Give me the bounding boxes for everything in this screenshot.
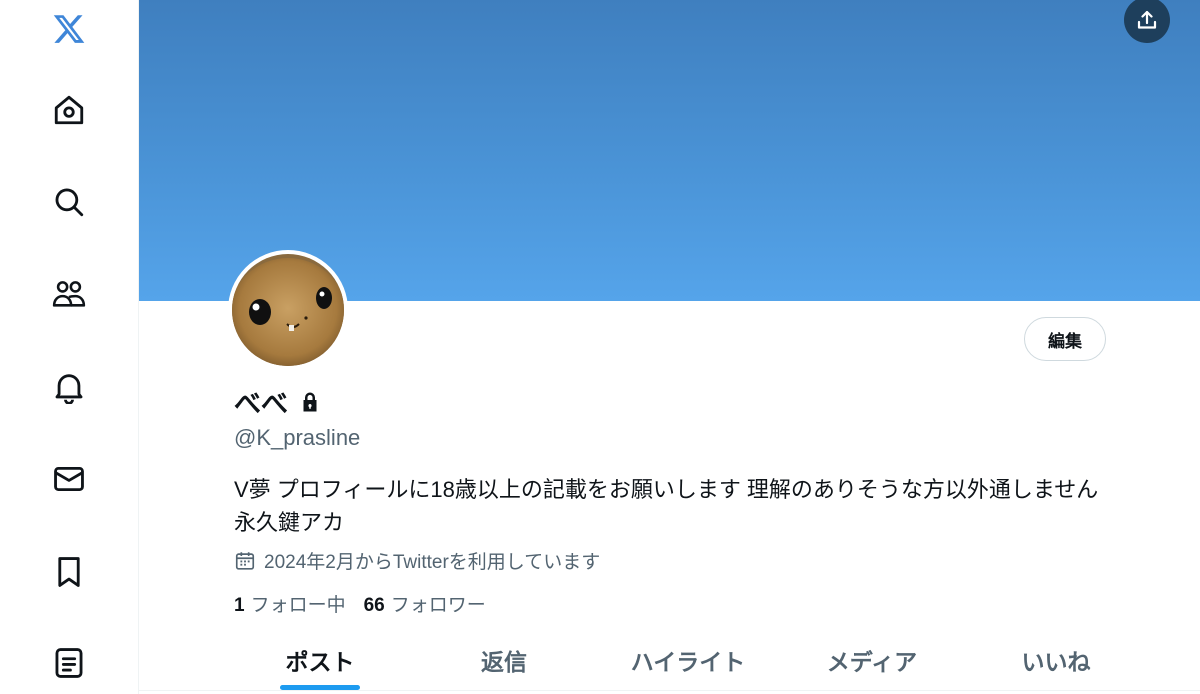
sidebar bbox=[0, 0, 139, 694]
x-logo-icon bbox=[53, 15, 85, 43]
following-link[interactable]: 1 フォロー中 bbox=[234, 590, 346, 617]
bookmark-icon bbox=[58, 557, 80, 587]
home-icon bbox=[54, 95, 84, 125]
tab-label: いいね bbox=[1021, 649, 1091, 675]
bell-icon bbox=[55, 374, 83, 404]
list-icon bbox=[55, 648, 83, 678]
lock-icon bbox=[298, 390, 322, 414]
profile-bio: V夢 プロフィールに18歳以上の記載をお願いします 理解のありそうな方以外通しま… bbox=[234, 477, 1099, 535]
edit-profile-button[interactable]: 編集 bbox=[1024, 317, 1106, 361]
follow-counts: 1 フォロー中 66 フォロワー bbox=[234, 590, 486, 617]
sidebar-item-explore[interactable] bbox=[44, 177, 94, 227]
share-button[interactable] bbox=[1124, 0, 1170, 43]
tab-posts[interactable]: ポスト bbox=[228, 630, 412, 694]
people-icon bbox=[52, 281, 86, 307]
avatar-image bbox=[232, 254, 344, 366]
sidebar-item-notifications[interactable] bbox=[44, 362, 94, 412]
following-label: フォロー中 bbox=[250, 595, 346, 616]
avatar[interactable] bbox=[228, 250, 348, 370]
tab-highlights[interactable]: ハイライト bbox=[596, 630, 780, 694]
tab-likes[interactable]: いいね bbox=[964, 630, 1148, 694]
joined-date: 2024年2月からTwitterを利用しています bbox=[264, 552, 601, 573]
sidebar-item-communities[interactable] bbox=[44, 269, 94, 319]
following-count: 1 bbox=[234, 595, 245, 616]
sidebar-item-home[interactable] bbox=[44, 85, 94, 135]
followers-link[interactable]: 66 フォロワー bbox=[364, 590, 486, 617]
display-name: べべ bbox=[234, 389, 288, 419]
tab-label: 返信 bbox=[481, 649, 527, 675]
tab-label: ハイライト bbox=[630, 649, 746, 675]
followers-label: フォロワー bbox=[390, 595, 486, 616]
display-name-row: べべ bbox=[234, 382, 322, 421]
sidebar-item-messages[interactable] bbox=[44, 454, 94, 504]
profile-handle: @K_prasline bbox=[234, 425, 361, 450]
sidebar-item-lists[interactable] bbox=[44, 638, 94, 688]
profile-main: 編集 べべ @K_prasline V夢 プロフィールに18歳以上の記載をお願い… bbox=[139, 0, 1200, 694]
followers-count: 66 bbox=[363, 595, 385, 616]
profile-tabs: ポスト 返信 ハイライト メディア いいね bbox=[228, 630, 1148, 694]
search-icon bbox=[55, 188, 84, 217]
x-logo-link[interactable] bbox=[44, 4, 94, 54]
upload-icon bbox=[1137, 10, 1157, 29]
sidebar-item-bookmarks[interactable] bbox=[44, 547, 94, 597]
calendar-icon bbox=[235, 551, 255, 570]
joined-date-row: 2024年2月からTwitterを利用しています bbox=[234, 547, 600, 574]
tab-replies[interactable]: 返信 bbox=[412, 630, 596, 694]
tab-label: メディア bbox=[826, 649, 918, 675]
tabs-divider bbox=[139, 690, 1200, 691]
tab-media[interactable]: メディア bbox=[780, 630, 964, 694]
mail-icon bbox=[54, 466, 84, 492]
